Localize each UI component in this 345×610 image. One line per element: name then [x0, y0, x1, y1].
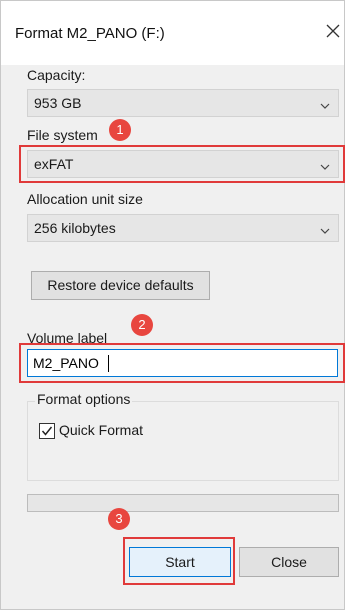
annotation-badge-3: 3: [108, 508, 130, 530]
volume-label-input[interactable]: [33, 355, 323, 371]
checkmark-icon: [41, 426, 53, 436]
allocation-unit-value: 256 kilobytes: [34, 220, 116, 236]
quick-format-checkbox[interactable]: [39, 423, 55, 439]
capacity-value: 953 GB: [34, 95, 82, 111]
allocation-unit-label: Allocation unit size: [27, 191, 143, 207]
format-progress-bar: [27, 494, 339, 512]
start-button[interactable]: Start: [129, 547, 231, 577]
chevron-down-icon: [320, 223, 330, 239]
file-system-value: exFAT: [34, 156, 74, 172]
window-title: Format M2_PANO (F:): [15, 25, 165, 42]
chevron-down-icon: [320, 98, 330, 114]
chevron-down-icon: [320, 159, 330, 175]
title-bar: Format M2_PANO (F:): [1, 1, 344, 65]
annotation-badge-1: 1: [109, 119, 131, 141]
restore-defaults-button[interactable]: Restore device defaults: [31, 271, 210, 300]
format-options-legend: Format options: [35, 391, 133, 407]
annotation-badge-2: 2: [131, 314, 153, 336]
file-system-label: File system: [27, 127, 98, 143]
allocation-unit-dropdown[interactable]: 256 kilobytes: [27, 214, 339, 242]
volume-label-label: Volume label: [27, 330, 108, 346]
volume-label-field[interactable]: [27, 349, 338, 377]
capacity-label: Capacity:: [27, 67, 86, 83]
format-options-group: [27, 401, 339, 481]
format-dialog: Format M2_PANO (F:) Capacity: 953 GB Fil…: [0, 0, 345, 610]
text-caret: [108, 355, 109, 372]
close-button[interactable]: Close: [239, 547, 339, 577]
quick-format-label[interactable]: Quick Format: [59, 422, 143, 438]
close-icon[interactable]: [321, 19, 345, 43]
capacity-dropdown[interactable]: 953 GB: [27, 89, 339, 117]
file-system-dropdown[interactable]: exFAT: [27, 150, 339, 178]
